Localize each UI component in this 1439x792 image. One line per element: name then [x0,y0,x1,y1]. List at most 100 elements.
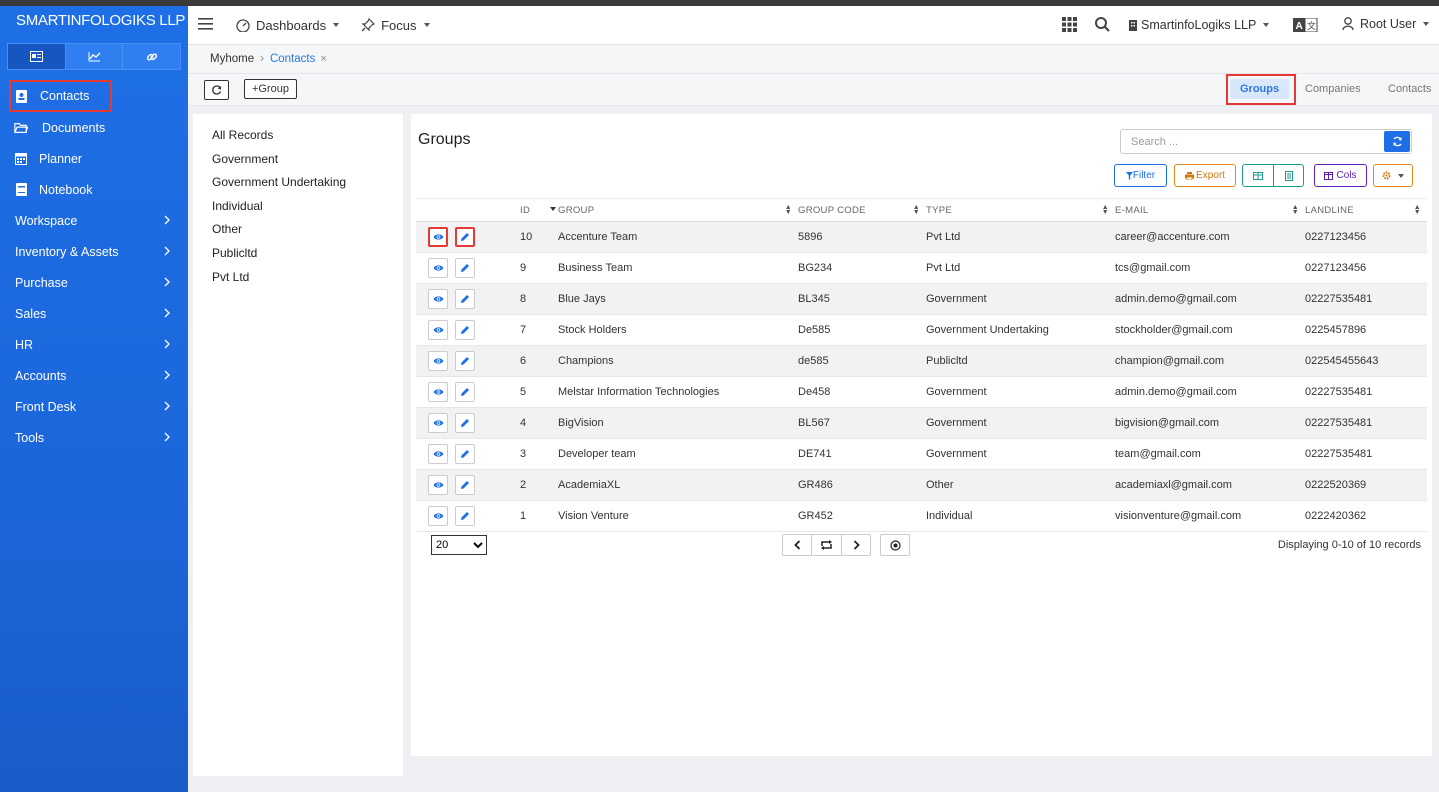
next-page-button[interactable] [841,534,871,556]
edit-button[interactable] [455,289,475,309]
edit-button[interactable] [455,351,475,371]
sidebar-item-accounts[interactable]: Accounts [0,360,188,391]
sidebar-tab-links[interactable] [123,44,180,69]
breadcrumb-current[interactable]: Contacts [270,53,315,65]
add-group-button[interactable]: +Group [244,79,297,99]
settings-dropdown-button[interactable] [1373,164,1413,187]
edit-button[interactable] [455,506,475,526]
prev-page-button[interactable] [782,534,812,556]
close-tab-icon[interactable]: × [320,53,326,65]
list-view-button[interactable] [1273,164,1304,187]
edit-button[interactable] [455,413,475,433]
edit-button[interactable] [455,475,475,495]
table-row[interactable]: 4 BigVision BL567 Government bigvision@gmail… [416,407,1427,439]
sidebar-item-contacts[interactable]: Contacts [9,80,112,112]
sidebar-item-documents[interactable]: Documents [0,112,188,143]
search-input[interactable] [1121,130,1376,153]
page-size-select[interactable]: 20 [431,535,487,555]
table-row[interactable]: 10 Accenture Team 5896 Pvt Ltd career@accent… [416,221,1427,253]
sidebar-tab-charts[interactable] [66,44,124,69]
sidebar-item-inventory[interactable]: Inventory & Assets [0,236,188,267]
table-header-row: ID GROUP ▲ ▼ GROUP CODE ▲ ▼ TYPE ▲ ▼ E-MAIL ▲ ▼ … [416,198,1427,222]
sidebar-item-front-desk[interactable]: Front Desk [0,391,188,422]
sidebar-item-label: Front Desk [15,399,77,414]
breadcrumb-home[interactable]: Myhome [210,53,254,65]
chevron-right-icon [164,431,170,445]
focus-menu[interactable]: Focus [361,18,430,33]
edit-button[interactable] [455,320,475,340]
list-item[interactable]: Government Undertaking [212,175,403,199]
column-header-id[interactable]: ID [520,198,558,222]
view-button[interactable] [428,506,448,526]
view-button[interactable] [428,320,448,340]
sort-icon: ▲ ▼ [1291,204,1299,216]
target-button[interactable] [880,534,910,556]
view-button[interactable] [428,475,448,495]
column-header-label: LANDLINE [1305,204,1354,216]
translate-icon[interactable]: A文 [1293,17,1318,35]
refresh-button[interactable] [204,80,229,100]
view-button[interactable] [428,444,448,464]
tab-groups[interactable]: Groups [1230,79,1290,99]
table-row[interactable]: 8 Blue Jays BL345 Government admin.demo@gmai… [416,283,1427,315]
search-icon[interactable] [1095,17,1110,35]
column-header-group-code[interactable]: GROUP CODE ▲ ▼ [798,198,926,222]
table-row[interactable]: 3 Developer team DE741 Government team@gmail… [416,438,1427,470]
sidebar-item-tools[interactable]: Tools [0,422,188,453]
filter-button[interactable]: Filter [1114,164,1167,187]
sidebar-item-label: Sales [15,306,47,321]
edit-button[interactable] [455,444,475,464]
tab-companies[interactable]: Companies [1305,83,1361,95]
list-item[interactable]: Individual [212,199,403,223]
column-header-type[interactable]: TYPE ▲ ▼ [926,198,1115,222]
sidebar-item-workspace[interactable]: Workspace [0,205,188,236]
list-item[interactable]: Government [212,152,403,176]
view-button[interactable] [428,382,448,402]
hamburger-menu-icon[interactable] [198,17,213,33]
dashboards-menu[interactable]: Dashboards [236,18,340,33]
list-item[interactable]: Pvt Ltd [212,270,403,294]
company-selector[interactable]: SmartinfoLogiks LLP [1129,18,1270,32]
view-button[interactable] [428,413,448,433]
grid-view-button[interactable] [1242,164,1274,187]
table-row[interactable]: 6 Champions de585 Publicltd champion@gmail.c… [416,345,1427,377]
list-item[interactable]: All Records [212,128,403,152]
column-header-group[interactable]: GROUP ▲ ▼ [558,198,798,222]
table-row[interactable]: 7 Stock Holders De585 Government Undertakin… [416,314,1427,346]
user-menu[interactable]: Root User [1342,17,1430,31]
list-item[interactable]: Publicltd [212,246,403,270]
sidebar-item-hr[interactable]: HR [0,329,188,360]
view-button[interactable] [428,351,448,371]
sidebar-item-notebook[interactable]: Notebook [0,174,188,205]
sidebar-item-label: Notebook [39,182,93,197]
column-header-landline[interactable]: LANDLINE ▲ ▼ [1305,198,1427,222]
table-row[interactable]: 5 Melstar Information Technologies De458 Go… [416,376,1427,408]
sidebar-item-planner[interactable]: Planner [0,143,188,174]
columns-icon [1324,171,1334,180]
eye-icon [433,234,443,240]
sidebar-item-purchase[interactable]: Purchase [0,267,188,298]
table-row[interactable]: 1 Vision Venture GR452 Individual visionvent… [416,500,1427,532]
apps-grid-icon[interactable] [1062,17,1077,35]
cell-landline: 02227535481 [1305,283,1427,315]
list-item[interactable]: Other [212,222,403,246]
table-row[interactable]: 2 AcademiaXL GR486 Other academiaxl@gmail.co… [416,469,1427,501]
reload-page-button[interactable] [811,534,842,556]
eye-icon [433,420,443,426]
edit-button[interactable] [455,227,475,247]
sidebar-item-sales[interactable]: Sales [0,298,188,329]
table-row[interactable]: 9 Business Team BG234 Pvt Ltd tcs@gmail.com 0… [416,252,1427,284]
tab-contacts[interactable]: Contacts [1388,83,1431,95]
edit-button[interactable] [455,258,475,278]
view-button[interactable] [428,289,448,309]
toolbar: +Group Groups Companies Contacts [188,73,1439,106]
column-header-email[interactable]: E-MAIL ▲ ▼ [1115,198,1305,222]
contacts-icon [14,89,28,103]
edit-button[interactable] [455,382,475,402]
view-button[interactable] [428,227,448,247]
export-button[interactable]: Export [1174,164,1236,187]
sidebar-tab-modules[interactable] [8,44,66,69]
columns-button[interactable]: Cols [1314,164,1367,187]
view-button[interactable] [428,258,448,278]
search-refresh-button[interactable] [1384,131,1410,152]
